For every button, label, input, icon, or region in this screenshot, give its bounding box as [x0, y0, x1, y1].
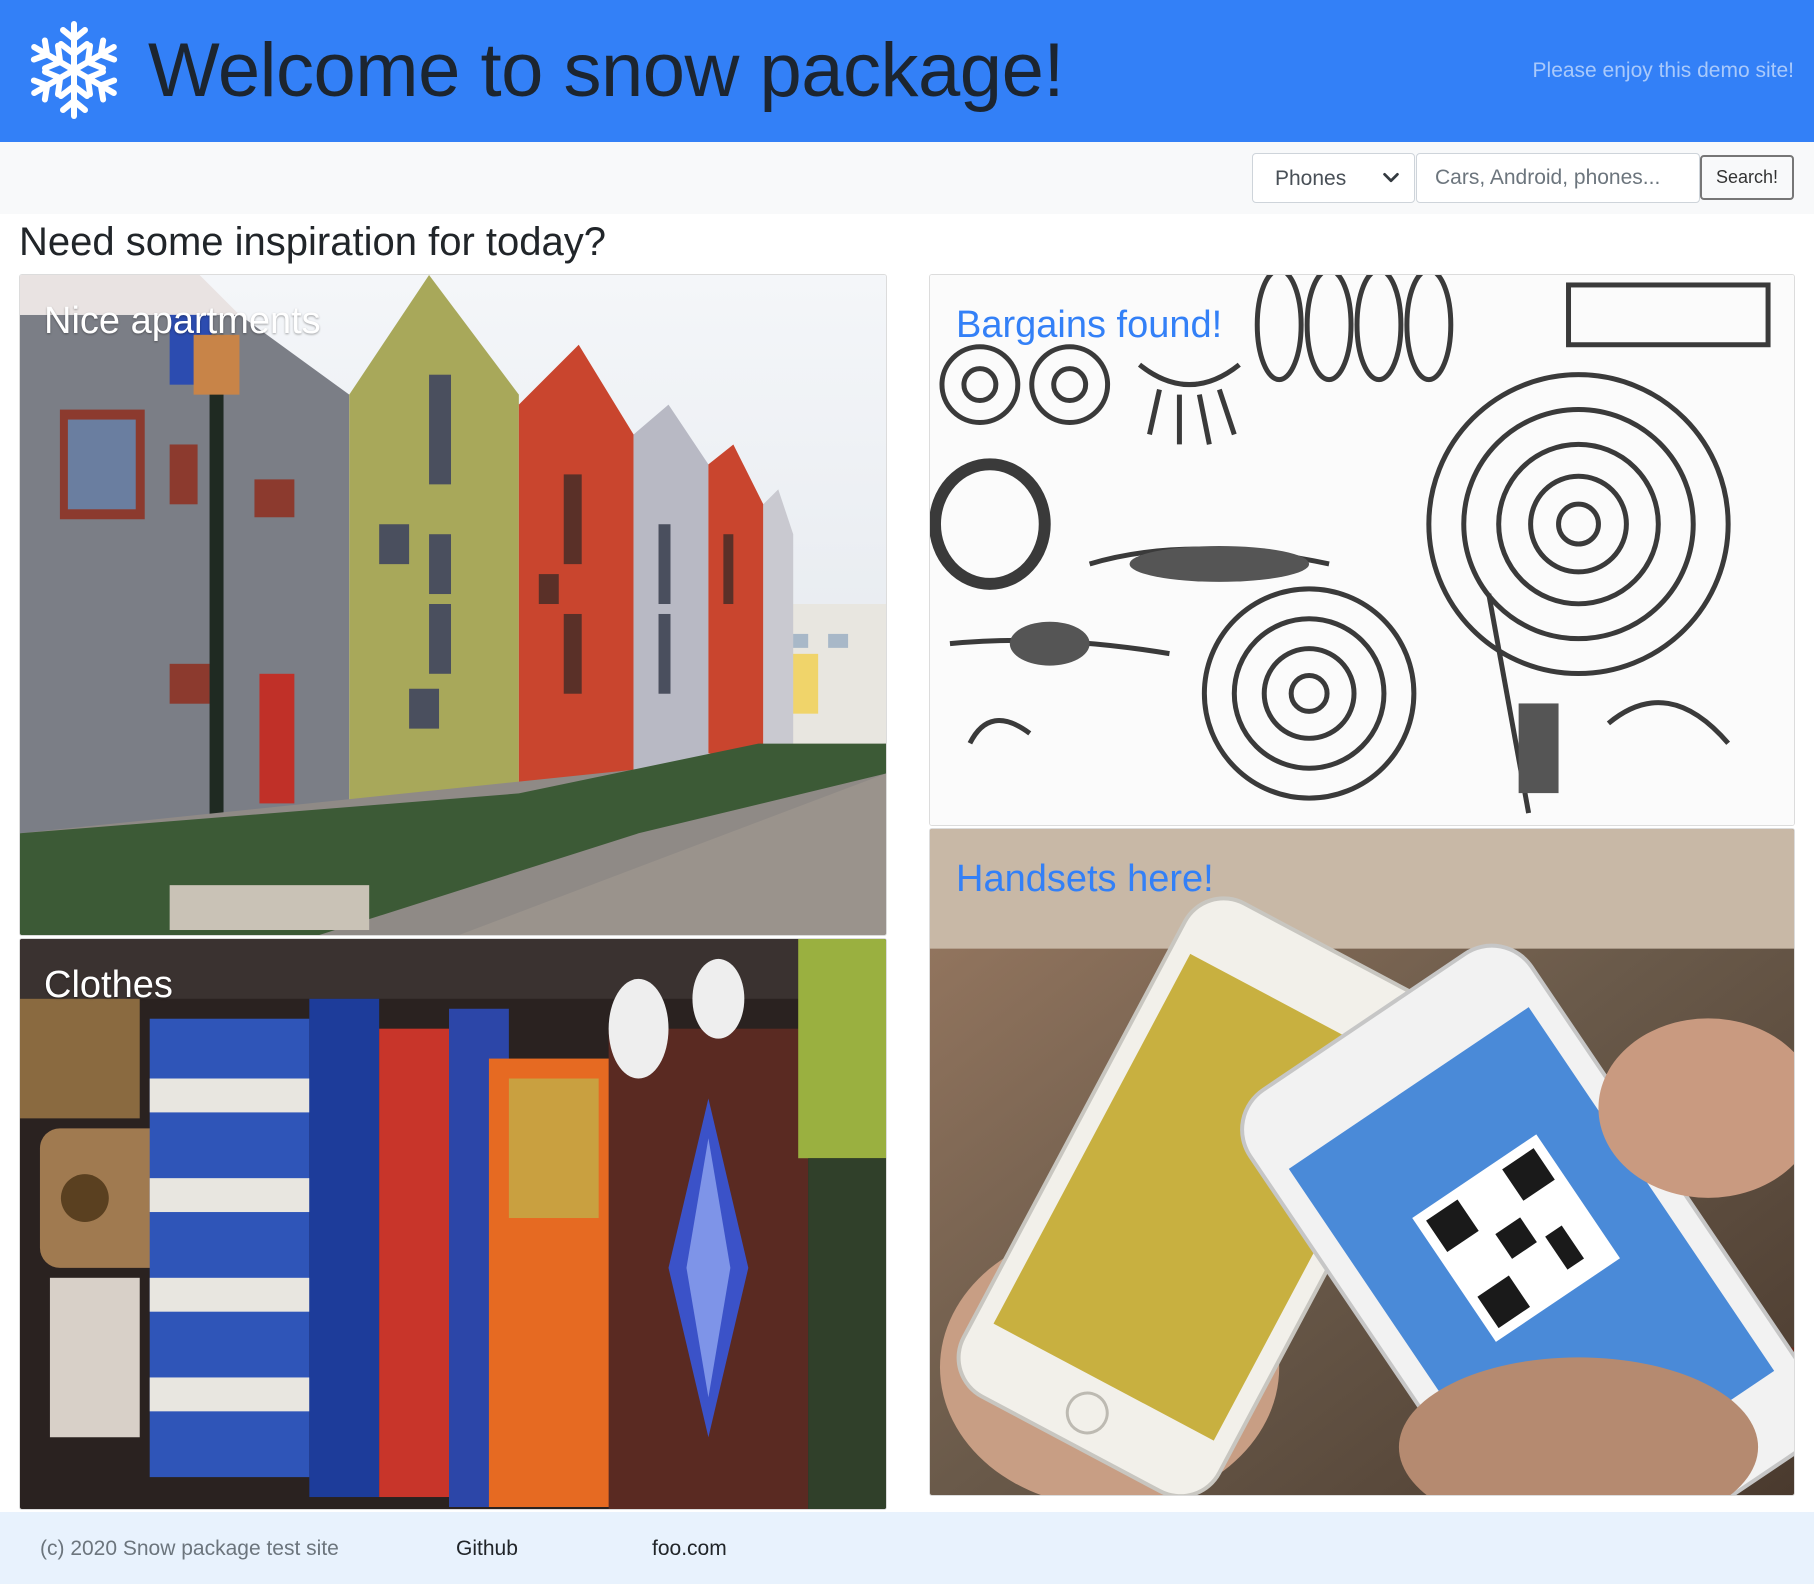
search-bar: Phones Search! — [0, 142, 1814, 214]
card-bargains[interactable]: Bargains found! — [929, 274, 1795, 826]
site-tagline: Please enjoy this demo site! — [1532, 59, 1794, 82]
site-footer: (c) 2020 Snow package test site Github f… — [0, 1512, 1814, 1584]
clothes-photo — [20, 939, 886, 1509]
site-title: Welcome to snow package! — [148, 28, 1064, 113]
chevron-down-icon — [1383, 172, 1399, 183]
card-label-bargains: Bargains found! — [956, 304, 1223, 346]
bargains-photo — [930, 275, 1794, 825]
copyright-text: (c) 2020 Snow package test site — [40, 1537, 339, 1560]
handsets-photo — [930, 829, 1794, 1495]
github-link[interactable]: Github — [456, 1537, 518, 1561]
snowflake-icon — [24, 21, 124, 122]
card-label-apartments: Nice apartments — [44, 300, 321, 342]
foo-link[interactable]: foo.com — [652, 1537, 727, 1561]
inspiration-heading: Need some inspiration for today? — [19, 220, 606, 264]
card-handsets[interactable]: Handsets here! — [929, 828, 1795, 1496]
site-header: Welcome to snow package! Please enjoy th… — [0, 0, 1814, 142]
category-select[interactable]: Phones — [1252, 153, 1415, 203]
category-select-value: Phones — [1275, 167, 1347, 190]
search-button[interactable]: Search! — [1700, 155, 1794, 200]
card-clothes[interactable]: Clothes — [19, 938, 887, 1510]
card-apartments[interactable]: Nice apartments — [19, 274, 887, 936]
search-input[interactable] — [1416, 153, 1700, 203]
card-label-handsets: Handsets here! — [956, 858, 1214, 900]
card-label-clothes: Clothes — [44, 964, 173, 1006]
apartments-photo — [20, 275, 886, 935]
